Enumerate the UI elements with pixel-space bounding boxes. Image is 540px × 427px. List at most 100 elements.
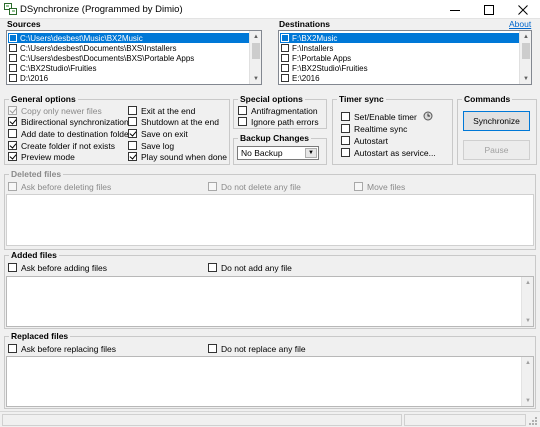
checkbox-label: Bidirectional synchronization [21,116,129,127]
destination-item-path: F:\Installers [292,43,334,53]
destination-item-checkbox[interactable] [281,44,289,52]
preview-mode-checkbox[interactable]: Preview mode [8,151,75,162]
chevron-down-icon[interactable]: ▼ [305,148,317,158]
resize-grip-icon[interactable] [528,416,538,426]
close-icon [518,4,528,15]
source-item[interactable]: C:\Users\desbest\Music\BX2Music [8,33,250,43]
destinations-label: Destinations [279,19,331,29]
replaced-files-list[interactable]: ▲ ▼ [6,356,534,407]
added-files-list[interactable]: ▲ ▼ [6,276,534,327]
copy-only-newer-checkbox[interactable]: Copy only newer files [8,105,102,116]
scroll-up-icon[interactable]: ▲ [522,357,534,368]
ask-before-deleting-checkbox[interactable]: Ask before deleting files [8,181,111,192]
clock-icon[interactable] [423,111,433,121]
source-item-checkbox[interactable] [9,74,17,82]
destination-item-checkbox[interactable] [281,64,289,72]
sources-list[interactable]: C:\Users\desbest\Music\BX2Music C:\Users… [6,30,262,85]
checkbox-label: Play sound when done [141,151,228,162]
maximize-button[interactable] [472,0,506,19]
realtime-sync-checkbox[interactable]: Realtime sync [341,123,407,134]
maximize-icon [484,4,494,15]
deleted-files-list[interactable] [6,194,534,246]
destinations-scrollbar[interactable]: ▲ ▼ [519,31,531,84]
checkbox-label: Do not delete any file [221,181,301,192]
scroll-thumb[interactable] [252,43,260,59]
destination-item[interactable]: E:\2016 [280,73,520,83]
autostart-checkbox[interactable]: Autostart [341,135,388,146]
close-button[interactable] [506,0,540,19]
replaced-files-label: Replaced files [9,331,71,341]
sources-scrollbar[interactable]: ▲ ▼ [249,31,261,84]
minimize-button[interactable] [438,0,472,19]
source-item[interactable]: C:\Users\desbest\Documents\BXS\Portable … [8,53,250,63]
ignore-path-errors-checkbox[interactable]: Ignore path errors [238,116,319,127]
checkbox-label: Do not replace any file [221,343,306,354]
pause-button[interactable]: Pause [463,140,530,160]
backup-select-value: No Backup [241,148,283,158]
save-log-checkbox[interactable]: Save log [128,140,174,151]
destination-item[interactable]: F:\BX2Music [280,33,520,43]
scroll-thumb[interactable] [522,43,530,59]
destination-item-path: F:\BX2Studio\Fruities [292,63,368,73]
checkbox-label: Ask before replacing files [21,343,116,354]
sources-label: Sources [7,19,41,29]
shutdown-at-end-checkbox[interactable]: Shutdown at the end [128,116,219,127]
antifragmentation-checkbox[interactable]: Antifragmentation [238,105,318,116]
destination-item[interactable]: F:\Installers [280,43,520,53]
scroll-up-icon[interactable]: ▲ [520,31,531,42]
backup-changes-label: Backup Changes [238,133,311,143]
move-files-checkbox[interactable]: Move files [354,181,405,192]
source-item[interactable]: C:\BX2Studio\Fruities [8,63,250,73]
scroll-down-icon[interactable]: ▼ [250,73,261,84]
add-date-checkbox[interactable]: Add date to destination folder [8,128,132,139]
destination-item-checkbox[interactable] [281,74,289,82]
destination-item-checkbox[interactable] [281,54,289,62]
destination-item-checkbox[interactable] [281,34,289,42]
autostart-service-checkbox[interactable]: Autostart as service... [341,147,436,158]
source-item[interactable]: D:\2016 [8,73,250,83]
create-folder-checkbox[interactable]: Create folder if not exists [8,140,115,151]
play-sound-checkbox[interactable]: Play sound when done [128,151,227,162]
source-item-checkbox[interactable] [9,54,17,62]
checkbox-label: Exit at the end [141,105,196,116]
synchronize-button[interactable]: Synchronize [463,111,530,131]
status-pane-main [2,414,402,426]
checkbox-label: Antifragmentation [251,105,318,116]
added-files-label: Added files [9,250,59,260]
checkbox-label: Autostart [354,135,389,146]
do-not-add-checkbox[interactable]: Do not add any file [208,262,292,273]
minimize-icon [450,9,460,11]
window-title: DSynchronize (Programmed by Dimio) [20,4,183,15]
about-link[interactable]: About [509,19,531,29]
scroll-up-icon[interactable]: ▲ [522,277,534,288]
exit-at-end-checkbox[interactable]: Exit at the end [128,105,195,116]
bidirectional-sync-checkbox[interactable]: Bidirectional synchronization [8,116,129,127]
checkbox-label: Autostart as service... [354,147,436,158]
do-not-replace-checkbox[interactable]: Do not replace any file [208,343,306,354]
source-item-path: C:\Users\desbest\Documents\BXS\Installer… [20,43,177,53]
destination-item-path: F:\BX2Music [292,33,338,43]
timer-sync-label: Timer sync [337,94,386,104]
backup-select[interactable]: No Backup ▼ [237,146,319,160]
destination-item[interactable]: F:\Portable Apps [280,53,520,63]
destination-item[interactable]: F:\BX2Studio\Fruities [280,63,520,73]
do-not-delete-checkbox[interactable]: Do not delete any file [208,181,301,192]
scroll-up-icon[interactable]: ▲ [250,31,261,42]
source-item-path: C:\BX2Studio\Fruities [20,63,97,73]
save-on-exit-checkbox[interactable]: Save on exit [128,128,188,139]
ask-before-adding-checkbox[interactable]: Ask before adding files [8,262,107,273]
scroll-down-icon[interactable]: ▼ [522,395,534,406]
ask-before-replacing-checkbox[interactable]: Ask before replacing files [8,343,116,354]
source-item-path: C:\Users\desbest\Documents\BXS\Portable … [20,53,195,63]
source-item-checkbox[interactable] [9,64,17,72]
source-item-checkbox[interactable] [9,34,17,42]
added-files-scrollbar[interactable]: ▲ ▼ [521,277,533,326]
scroll-down-icon[interactable]: ▼ [520,73,531,84]
title-bar[interactable]: DSynchronize (Programmed by Dimio) [0,0,540,19]
enable-timer-checkbox[interactable]: Set/Enable timer [341,111,417,122]
replaced-files-scrollbar[interactable]: ▲ ▼ [521,357,533,406]
source-item[interactable]: C:\Users\desbest\Documents\BXS\Installer… [8,43,250,53]
scroll-down-icon[interactable]: ▼ [522,315,534,326]
destinations-list[interactable]: F:\BX2Music F:\Installers F:\Portable Ap… [278,30,532,85]
source-item-checkbox[interactable] [9,44,17,52]
